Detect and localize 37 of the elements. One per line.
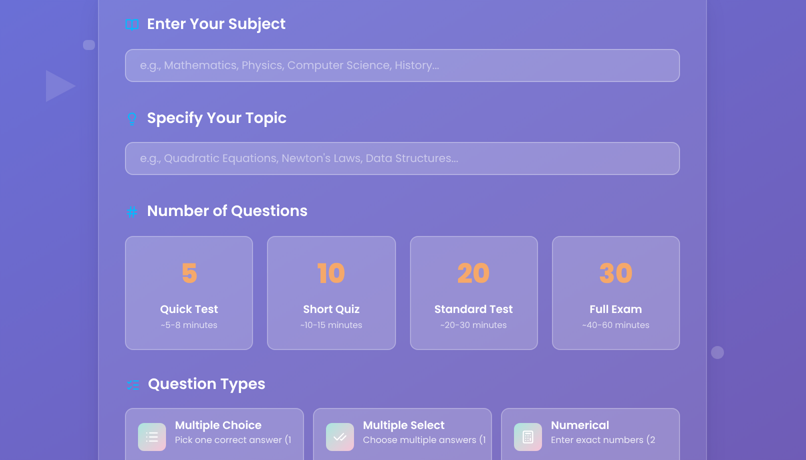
type-title: Multiple Choice (175, 417, 263, 434)
question-count-card[interactable]: 20 Standard Test ~20-30 minutes (410, 236, 538, 350)
type-description: Pick one correct answer (1 (175, 434, 292, 446)
calculator-icon (521, 430, 535, 444)
list-icon (126, 378, 140, 392)
question-type-card[interactable]: Numerical Enter exact numbers (2 (501, 408, 680, 460)
section-title: Enter Your Subject (147, 14, 286, 36)
question-type-card[interactable]: Multiple Select Choose multiple answers (1 (313, 408, 492, 460)
count-title: Standard Test (434, 300, 513, 317)
count-duration: ~40-60 minutes (582, 319, 650, 332)
book-icon (125, 18, 139, 32)
type-title: Numerical (551, 417, 610, 434)
question-type-card[interactable]: Multiple Choice Pick one correct answer (1 (125, 408, 304, 460)
type-description: Enter exact numbers (2 (551, 434, 656, 446)
lightbulb-icon (125, 112, 139, 126)
section-title: Specify Your Topic (147, 108, 287, 130)
count-number: 20 (457, 258, 490, 290)
question-count-card[interactable]: 10 Short Quiz ~10-15 minutes (267, 236, 396, 350)
type-title: Multiple Select (363, 417, 446, 434)
question-count-card[interactable]: 30 Full Exam ~40-60 minutes (552, 236, 680, 350)
small-shape-decoration (83, 40, 95, 50)
count-number: 10 (317, 258, 346, 290)
section-title: Question Types (148, 374, 266, 396)
count-title: Quick Test (160, 300, 218, 317)
hash-icon (125, 205, 139, 220)
count-duration: ~20-30 minutes (440, 319, 507, 332)
sphere-decoration (711, 346, 724, 359)
count-number: 5 (180, 258, 198, 290)
count-duration: ~5-8 minutes (160, 319, 218, 332)
count-number: 30 (598, 258, 633, 290)
type-description: Choose multiple answers (1 (363, 434, 486, 446)
double-check-icon (333, 430, 347, 444)
count-duration: ~10-15 minutes (300, 319, 362, 332)
count-title: Full Exam (590, 300, 642, 317)
count-title: Short Quiz (303, 300, 360, 317)
section-title: Number of Questions (147, 201, 308, 224)
question-count-card[interactable]: 5 Quick Test ~5-8 minutes (125, 236, 254, 350)
